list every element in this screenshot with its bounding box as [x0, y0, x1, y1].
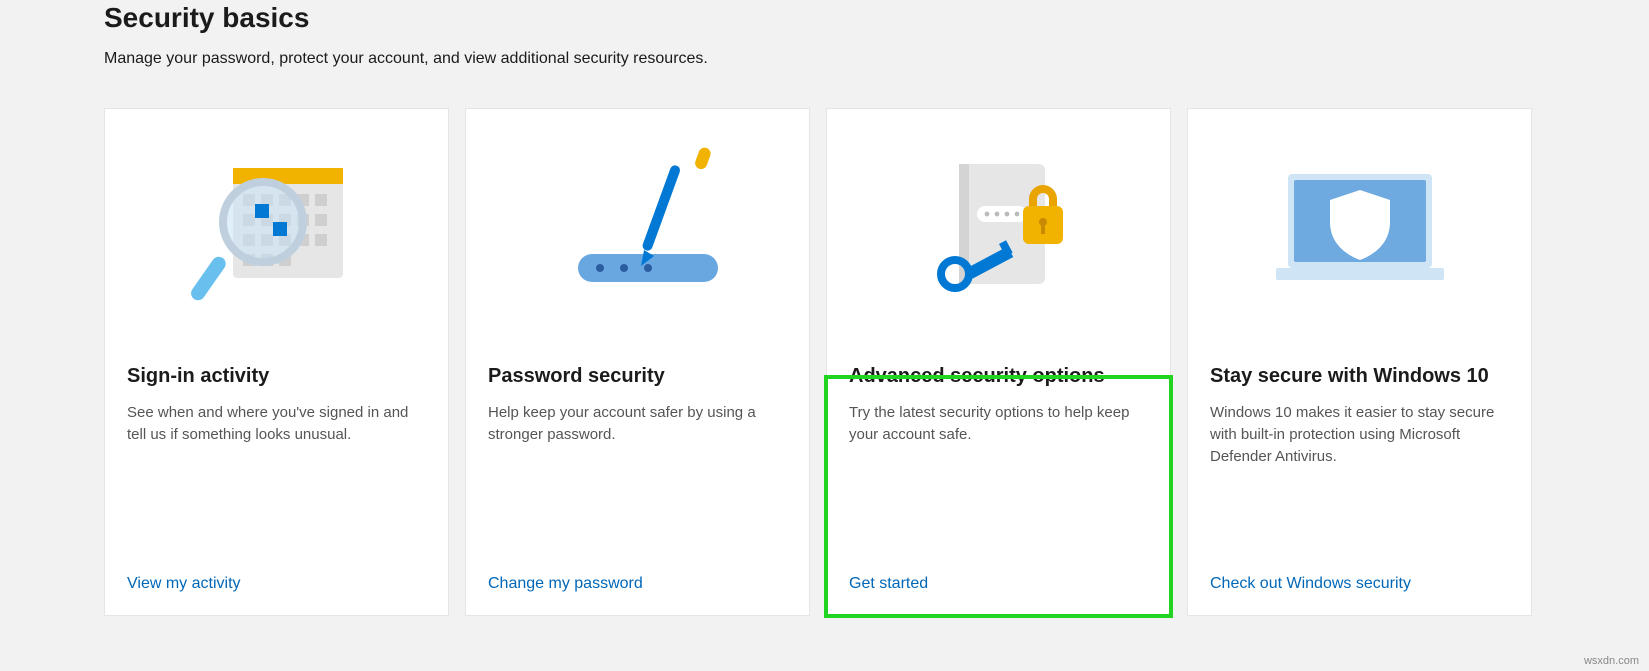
card-title: Stay secure with Windows 10	[1210, 365, 1509, 388]
card-desc: Help keep your account safer by using a …	[488, 402, 787, 446]
laptop-shield-icon	[1188, 109, 1531, 349]
page-title: Security basics	[104, 2, 1545, 34]
get-started-link[interactable]: Get started	[827, 557, 1170, 615]
pen-password-icon	[466, 109, 809, 349]
key-lock-notebook-icon	[827, 109, 1170, 349]
card-desc: Windows 10 makes it easier to stay secur…	[1210, 402, 1509, 467]
card-title: Password security	[488, 365, 787, 388]
card-desc: See when and where you've signed in and …	[127, 402, 426, 446]
card-password-security: Password security Help keep your account…	[465, 108, 810, 616]
card-windows-security: Stay secure with Windows 10 Windows 10 m…	[1187, 108, 1532, 616]
magnifier-calendar-icon	[105, 109, 448, 349]
card-advanced-security: Advanced security options Try the latest…	[826, 108, 1171, 616]
footer-watermark: wsxdn.com	[1584, 655, 1639, 667]
page-subtitle: Manage your password, protect your accou…	[104, 50, 1545, 68]
windows-security-link[interactable]: Check out Windows security	[1188, 557, 1531, 615]
view-activity-link[interactable]: View my activity	[105, 557, 448, 615]
card-title: Sign-in activity	[127, 365, 426, 388]
card-signin-activity: Sign-in activity See when and where you'…	[104, 108, 449, 616]
card-title: Advanced security options	[849, 365, 1148, 388]
change-password-link[interactable]: Change my password	[466, 557, 809, 615]
card-desc: Try the latest security options to help …	[849, 402, 1148, 446]
cards-row: Sign-in activity See when and where you'…	[104, 108, 1545, 616]
